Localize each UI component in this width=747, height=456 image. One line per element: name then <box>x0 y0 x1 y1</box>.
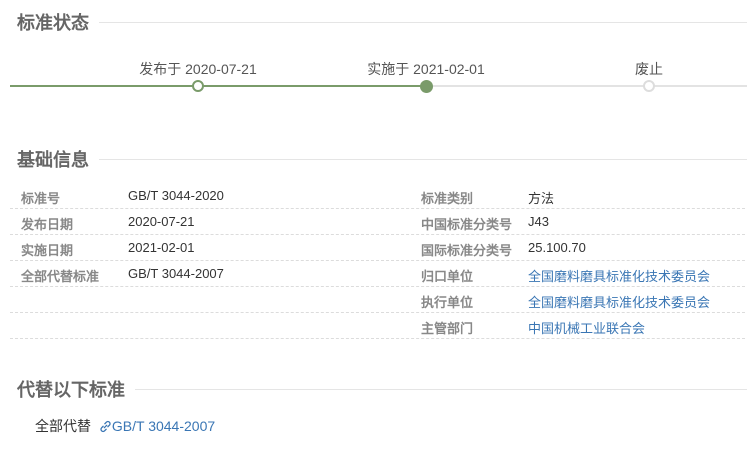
field-value-ccs: J43 <box>528 214 549 229</box>
field-value-standard-no: GB/T 3044-2020 <box>128 188 224 203</box>
replaced-standard-item: 全部代替 GB/T 3044-2007 <box>35 416 215 436</box>
replace-section-title: 代替以下标准 <box>17 376 747 402</box>
replace-prefix: 全部代替 <box>35 418 91 434</box>
field-value-publish-date: 2020-07-21 <box>128 214 195 229</box>
field-label-implement-date: 实施日期 <box>21 243 74 258</box>
basic-section-title-text: 基础信息 <box>17 150 89 170</box>
section-divider <box>135 388 747 390</box>
executing-unit-link[interactable]: 全国磨料磨具标准化技术委员会 <box>528 292 710 311</box>
department-link[interactable]: 中国机械工业联合会 <box>528 318 645 337</box>
field-label-category: 标准类别 <box>421 191 474 206</box>
field-label-replaces: 全部代替标准 <box>21 269 100 284</box>
field-label-executing-unit: 执行单位 <box>421 295 474 310</box>
field-label-ics: 国际标准分类号 <box>421 243 513 258</box>
basic-section-title: 基础信息 <box>17 146 747 172</box>
field-value-implement-date: 2021-02-01 <box>128 240 195 255</box>
field-label-department: 主管部门 <box>421 321 474 336</box>
field-label-standard-no: 标准号 <box>21 191 61 206</box>
field-value-category: 方法 <box>528 191 555 206</box>
field-label-publish-date: 发布日期 <box>21 217 74 232</box>
table-row: 执行单位 全国磨料磨具标准化技术委员会 <box>10 286 745 313</box>
link-icon <box>99 420 112 433</box>
field-label-ccs: 中国标准分类号 <box>421 217 513 232</box>
status-section-title-text: 标准状态 <box>17 13 89 33</box>
field-label-responsible-unit: 归口单位 <box>421 269 474 284</box>
table-row: 全部代替标准 GB/T 3044-2007 归口单位 全国磨料磨具标准化技术委员… <box>10 260 745 287</box>
replaced-standard-link[interactable]: GB/T 3044-2007 <box>112 418 215 434</box>
replace-section-title-text: 代替以下标准 <box>17 380 125 400</box>
section-divider <box>99 21 747 23</box>
table-row: 主管部门 中国机械工业联合会 <box>10 312 745 339</box>
timeline-node-published <box>192 80 204 92</box>
status-timeline: 发布于 2020-07-21 实施于 2021-02-01 废止 <box>0 56 747 96</box>
timeline-label-published: 发布于 2020-07-21 <box>139 61 257 77</box>
section-divider <box>99 158 747 160</box>
table-row: 发布日期 2020-07-21 中国标准分类号 J43 <box>10 208 745 235</box>
status-section-title: 标准状态 <box>17 9 747 35</box>
table-row: 标准号 GB/T 3044-2020 标准类别 方法 <box>10 182 745 209</box>
timeline-label-implemented: 实施于 2021-02-01 <box>367 61 485 77</box>
timeline-progress <box>10 85 426 87</box>
timeline-label-abolished: 废止 <box>635 61 663 77</box>
responsible-unit-link[interactable]: 全国磨料磨具标准化技术委员会 <box>528 266 710 285</box>
table-row: 实施日期 2021-02-01 国际标准分类号 25.100.70 <box>10 234 745 261</box>
field-value-ics: 25.100.70 <box>528 240 586 255</box>
timeline-node-abolished <box>643 80 655 92</box>
field-value-replaces: GB/T 3044-2007 <box>128 266 224 281</box>
timeline-node-implemented <box>420 80 433 93</box>
